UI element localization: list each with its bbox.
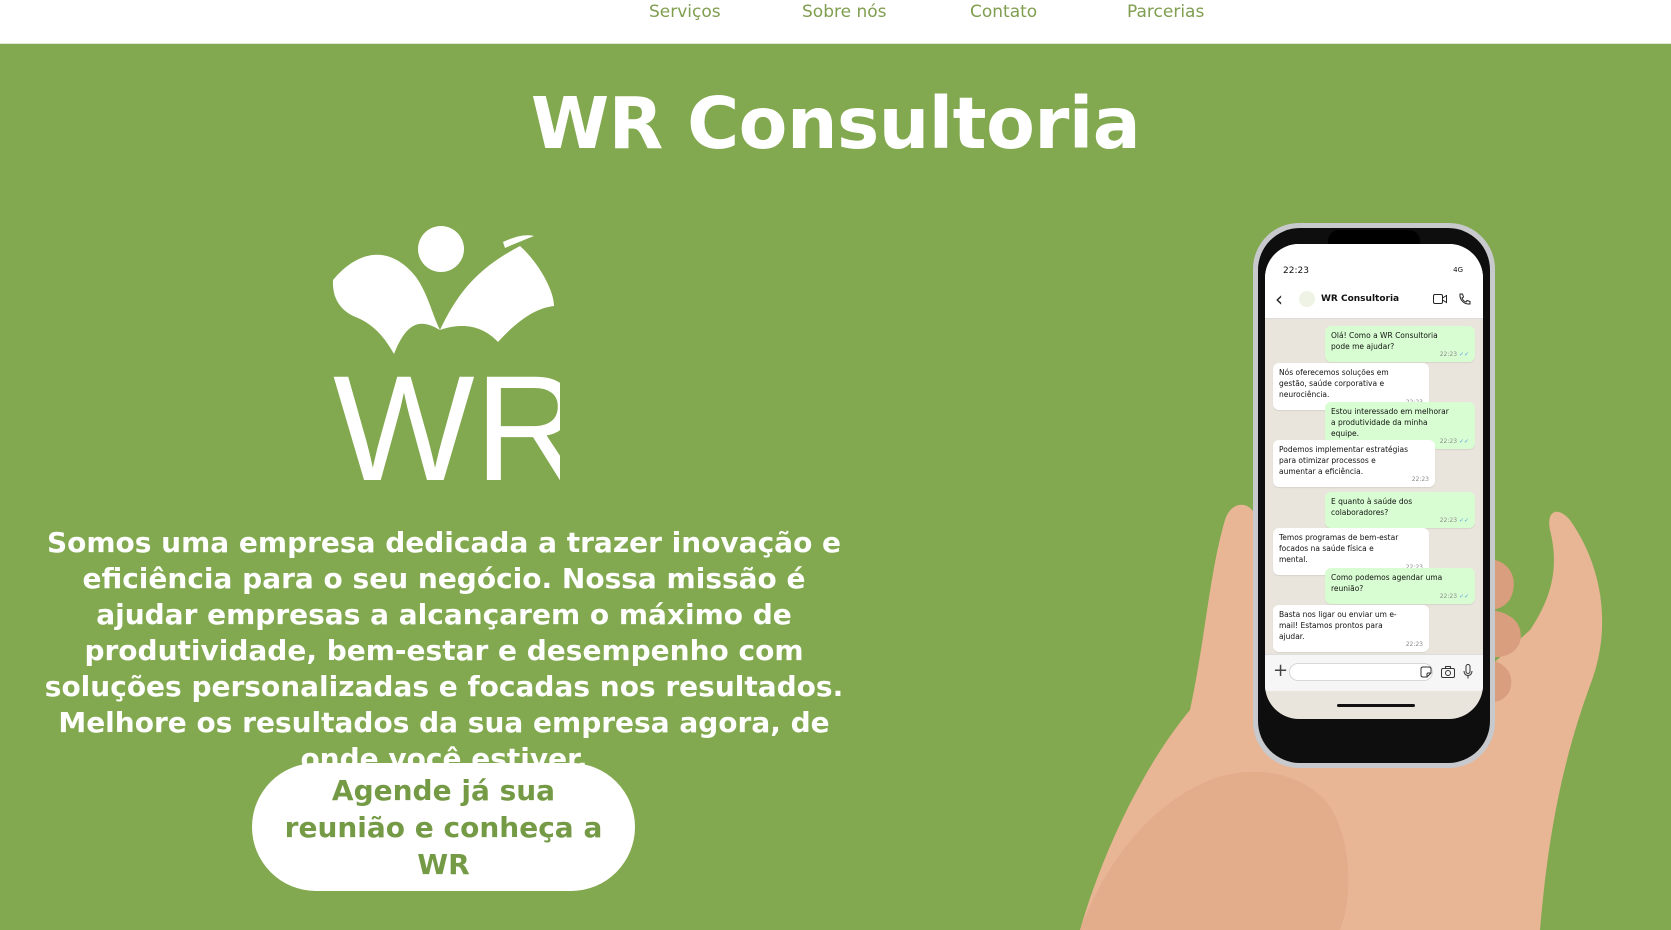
phone-icon[interactable] <box>1458 293 1471 306</box>
logo-letters: WR <box>333 344 560 484</box>
sticker-icon[interactable] <box>1420 666 1432 678</box>
message-text: Basta nos ligar ou enviar um e-mail! Est… <box>1279 610 1397 641</box>
phone-status-bar: 22:23 4G <box>1265 244 1483 282</box>
microphone-icon[interactable] <box>1463 664 1473 679</box>
message-text: Olá! Como a WR Consultoria pode me ajuda… <box>1331 331 1438 351</box>
company-description: Somos uma empresa dedicada a trazer inov… <box>44 526 844 775</box>
message-text: Como podemos agendar uma reunião? <box>1331 573 1443 593</box>
chat-input-bar: + <box>1265 654 1483 691</box>
message-time: 22:23 <box>1411 476 1429 483</box>
wr-logo-icon: WR <box>332 226 560 484</box>
top-navigation: Serviços Sobre nós Contato Parcerias <box>0 0 1671 44</box>
status-signal: 4G <box>1453 266 1463 274</box>
home-indicator <box>1337 704 1415 707</box>
message-time: 22:23 <box>1440 515 1469 526</box>
chat-message: Basta nos ligar ou enviar um e-mail! Est… <box>1273 605 1429 652</box>
video-camera-icon[interactable] <box>1433 294 1447 304</box>
status-time: 22:23 <box>1283 266 1309 276</box>
plus-icon[interactable]: + <box>1273 661 1288 681</box>
message-time: 22:23 <box>1440 436 1469 447</box>
message-text: Nós oferecemos soluções em gestão, saúde… <box>1279 368 1389 399</box>
message-text: Temos programas de bem-estar focados na … <box>1279 533 1399 564</box>
message-input[interactable] <box>1289 663 1433 681</box>
phone-screen: 22:23 4G ‹ WR Consultoria Olá! Como a WR… <box>1265 244 1483 719</box>
hero-title: WR Consultoria <box>530 82 1141 165</box>
chat-message: E quanto à saúde dos colaboradores? 22:2… <box>1325 492 1475 528</box>
chat-messages: Olá! Como a WR Consultoria pode me ajuda… <box>1265 320 1483 655</box>
nav-link-contato[interactable]: Contato <box>970 0 1037 26</box>
nav-link-sobre-nos[interactable]: Sobre nós <box>802 0 887 26</box>
chat-message: Olá! Como a WR Consultoria pode me ajuda… <box>1325 326 1475 362</box>
message-time: 22:23 <box>1405 641 1423 648</box>
nav-link-parcerias[interactable]: Parcerias <box>1127 0 1204 26</box>
camera-icon[interactable] <box>1441 666 1455 678</box>
chat-message: Como podemos agendar uma reunião? 22:23 <box>1325 568 1475 604</box>
schedule-meeting-button[interactable]: Agende já sua reunião e conheça a WR <box>252 763 635 891</box>
message-text: Estou interessado em melhorar a produtiv… <box>1331 407 1449 438</box>
nav-link-servicos[interactable]: Serviços <box>649 0 721 26</box>
contact-name: WR Consultoria <box>1321 294 1400 304</box>
chevron-left-icon[interactable]: ‹ <box>1275 288 1283 310</box>
message-time: 22:23 <box>1440 591 1469 602</box>
chat-header: ‹ WR Consultoria <box>1265 282 1483 319</box>
chat-message: Podemos implementar estratégias para oti… <box>1273 440 1435 487</box>
contact-avatar <box>1299 291 1315 307</box>
message-text: E quanto à saúde dos colaboradores? <box>1331 497 1413 517</box>
message-text: Podemos implementar estratégias para oti… <box>1279 445 1408 476</box>
message-time: 22:23 <box>1440 349 1469 360</box>
